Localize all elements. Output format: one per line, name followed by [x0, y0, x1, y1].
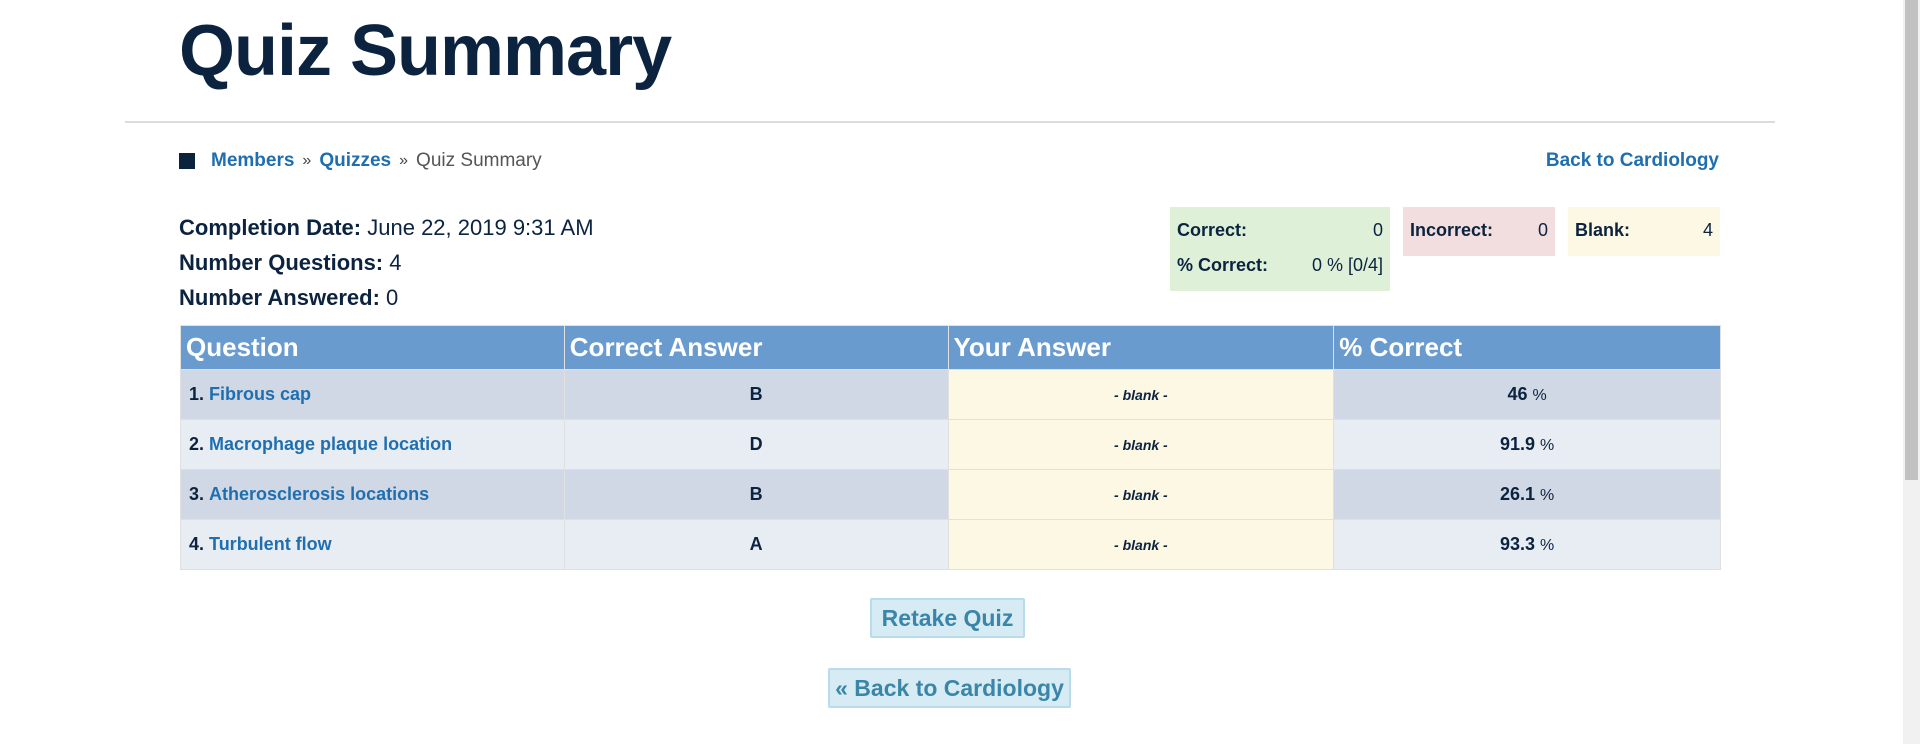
title-divider	[125, 121, 1775, 123]
question-number: 2.	[189, 434, 205, 454]
percent-correct-cell: 46	[1507, 384, 1528, 404]
percent-correct-label: % Correct:	[1177, 255, 1269, 275]
question-link[interactable]: Turbulent flow	[209, 534, 332, 554]
retake-quiz-button[interactable]: Retake Quiz	[870, 598, 1025, 638]
correct-value: 0	[1372, 220, 1383, 240]
page-title: Quiz Summary	[179, 11, 672, 91]
your-answer-cell: - blank -	[947, 469, 1335, 520]
blank-value: 4	[1702, 220, 1713, 240]
question-number: 1.	[189, 384, 205, 404]
correct-label: Correct:	[1177, 220, 1248, 240]
results-table: Question Correct Answer Your Answer % Co…	[180, 325, 1721, 570]
header-correct-answer: Correct Answer	[563, 325, 949, 370]
correct-answer-cell: B	[563, 369, 949, 420]
correct-answer-cell: D	[563, 419, 949, 470]
quiz-meta: Completion Date: June 22, 2019 9:31 AM N…	[179, 210, 594, 315]
number-answered-row: Number Answered: 0	[179, 280, 594, 315]
percent-unit: %	[1540, 537, 1555, 554]
completion-date-value: June 22, 2019 9:31 AM	[367, 215, 594, 240]
breadcrumb-current: Quiz Summary	[416, 150, 542, 171]
header-question: Question	[180, 325, 565, 370]
completion-date-row: Completion Date: June 22, 2019 9:31 AM	[179, 210, 594, 245]
percent-unit: %	[1540, 437, 1555, 454]
number-questions-label: Number Questions:	[179, 250, 384, 275]
question-link[interactable]: Atherosclerosis locations	[209, 484, 429, 504]
question-link[interactable]: Fibrous cap	[209, 384, 311, 404]
correct-answer-cell: A	[563, 519, 949, 570]
incorrect-label: Incorrect:	[1410, 220, 1494, 240]
question-number: 3.	[189, 484, 205, 504]
correct-answer-cell: B	[563, 469, 949, 520]
breadcrumb-separator: »	[302, 152, 312, 169]
your-answer-cell: - blank -	[947, 369, 1335, 420]
number-answered-value: 0	[386, 285, 399, 310]
header-your-answer: Your Answer	[947, 325, 1335, 370]
incorrect-stats-box: Incorrect: 0	[1403, 207, 1555, 256]
percent-correct-cell: 26.1	[1499, 484, 1536, 504]
blank-label: Blank:	[1575, 220, 1631, 240]
header-percent-correct: % Correct	[1333, 325, 1721, 370]
back-to-cardiology-link[interactable]: Back to Cardiology	[1546, 150, 1719, 172]
back-to-cardiology-button[interactable]: « Back to Cardiology	[828, 668, 1071, 708]
percent-unit: %	[1532, 387, 1547, 404]
table-row: 2. Macrophage plaque location D - blank …	[180, 419, 1721, 470]
vertical-scrollbar[interactable]	[1903, 0, 1920, 744]
percent-correct-cell: 91.9	[1499, 434, 1536, 454]
blank-stats-box: Blank: 4	[1568, 207, 1720, 256]
question-number: 4.	[189, 534, 205, 554]
percent-unit: %	[1540, 487, 1555, 504]
question-link[interactable]: Macrophage plaque location	[209, 434, 452, 454]
correct-stats-box: Correct: 0 % Correct: 0 % [0/4]	[1170, 207, 1390, 291]
percent-correct-value: 0 % [0/4]	[1311, 255, 1383, 275]
number-questions-row: Number Questions: 4	[179, 245, 594, 280]
table-header-row: Question Correct Answer Your Answer % Co…	[180, 325, 1721, 370]
number-questions-value: 4	[389, 250, 402, 275]
table-row: 1. Fibrous cap B - blank - 46 %	[180, 369, 1721, 420]
table-row: 4. Turbulent flow A - blank - 93.3 %	[180, 519, 1721, 570]
your-answer-cell: - blank -	[947, 419, 1335, 470]
scrollbar-thumb[interactable]	[1905, 0, 1918, 480]
your-answer-cell: - blank -	[947, 519, 1335, 570]
number-answered-label: Number Answered:	[179, 285, 380, 310]
table-row: 3. Atherosclerosis locations B - blank -…	[180, 469, 1721, 520]
completion-date-label: Completion Date:	[179, 215, 362, 240]
breadcrumb-members-link[interactable]: Members	[211, 150, 294, 172]
breadcrumb-square-icon	[179, 153, 195, 169]
breadcrumb: Members » Quizzes » Quiz Summary	[179, 150, 542, 172]
breadcrumb-quizzes-link[interactable]: Quizzes	[319, 150, 391, 172]
breadcrumb-separator: »	[399, 152, 409, 169]
incorrect-value: 0	[1537, 220, 1548, 240]
percent-correct-cell: 93.3	[1499, 534, 1536, 554]
